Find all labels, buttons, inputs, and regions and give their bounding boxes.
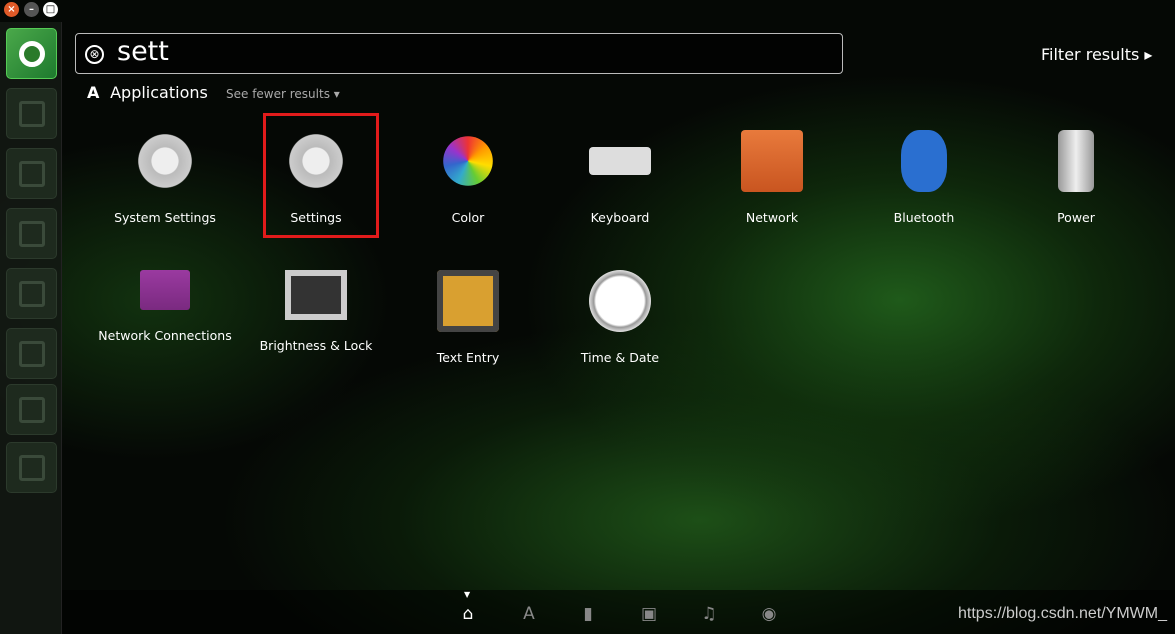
app-tile[interactable]: Network Connections bbox=[90, 270, 240, 343]
app-tile[interactable]: Settings bbox=[241, 130, 391, 225]
shopping-bag-icon bbox=[19, 341, 45, 367]
bluetooth-icon bbox=[901, 130, 947, 192]
search-field[interactable]: ⊗ sett bbox=[75, 33, 843, 74]
network-connections-icon bbox=[140, 270, 190, 310]
app-tile[interactable]: Time & Date bbox=[545, 270, 695, 365]
color-flower-icon bbox=[443, 136, 493, 186]
ubuntu-logo-icon bbox=[19, 41, 45, 67]
app-tile[interactable]: Power bbox=[1001, 130, 1151, 225]
video-icon[interactable]: ▣ bbox=[639, 604, 659, 624]
launcher bbox=[0, 22, 62, 634]
app-label: Network bbox=[745, 210, 799, 225]
clock-icon bbox=[589, 270, 651, 332]
launcher-writer[interactable] bbox=[6, 148, 57, 199]
applications-icon: A bbox=[87, 83, 100, 102]
app-label: Settings bbox=[290, 210, 342, 225]
app-tile[interactable]: Keyboard bbox=[545, 130, 695, 225]
keyboard-icon bbox=[589, 147, 651, 175]
lock-monitor-icon bbox=[285, 270, 347, 320]
search-input[interactable]: sett bbox=[117, 36, 169, 67]
app-label: Keyboard bbox=[590, 210, 650, 225]
window-minimize-button[interactable]: – bbox=[24, 2, 39, 17]
app-tile[interactable]: Color bbox=[393, 130, 543, 225]
gear-wrench-icon bbox=[134, 130, 196, 192]
photo-icon[interactable]: ◉ bbox=[759, 604, 779, 624]
see-fewer-results-link[interactable]: See fewer results ▾ bbox=[226, 87, 340, 101]
applications-lens-icon[interactable]: A bbox=[519, 604, 539, 624]
launcher-clion[interactable] bbox=[6, 442, 57, 493]
clion-icon bbox=[19, 455, 45, 481]
category-title: Applications bbox=[110, 83, 208, 102]
window-close-button[interactable]: × bbox=[4, 2, 19, 17]
app-label: Power bbox=[1057, 210, 1095, 225]
app-tile[interactable]: System Settings bbox=[90, 130, 240, 225]
app-tile[interactable]: Network bbox=[697, 130, 847, 225]
launcher-settings[interactable] bbox=[6, 384, 57, 435]
app-label: Text Entry bbox=[436, 350, 500, 365]
app-tile[interactable]: Text Entry bbox=[393, 270, 543, 365]
watermark: https://blog.csdn.net/YMWM_ bbox=[958, 605, 1167, 622]
clear-search-icon[interactable]: ⊗ bbox=[85, 45, 104, 64]
app-label: Brightness & Lock bbox=[259, 338, 373, 353]
battery-icon bbox=[1058, 130, 1094, 192]
filter-results-button[interactable]: Filter results ▸ bbox=[1041, 45, 1152, 64]
app-tile[interactable]: Bluetooth bbox=[849, 130, 999, 225]
launcher-dash-home[interactable] bbox=[6, 28, 57, 79]
gear-wrench-icon bbox=[285, 130, 347, 192]
active-lens-indicator-icon: ▼ bbox=[464, 590, 471, 599]
launcher-impress[interactable] bbox=[6, 268, 57, 319]
home-icon[interactable]: ⌂ bbox=[458, 604, 478, 624]
presentation-icon bbox=[19, 281, 45, 307]
network-folder-icon bbox=[741, 130, 803, 192]
category-header: A Applications bbox=[87, 83, 208, 102]
document-icon bbox=[19, 161, 45, 187]
launcher-software[interactable] bbox=[6, 328, 57, 379]
app-tile[interactable]: Brightness & Lock bbox=[241, 270, 391, 353]
text-entry-icon bbox=[437, 270, 499, 332]
files-icon[interactable]: ▮ bbox=[578, 604, 598, 624]
file-cabinet-icon bbox=[19, 101, 45, 127]
app-label: System Settings bbox=[114, 210, 216, 225]
app-label: Network Connections bbox=[98, 328, 232, 343]
app-label: Color bbox=[451, 210, 485, 225]
launcher-calc[interactable] bbox=[6, 208, 57, 259]
app-label: Time & Date bbox=[580, 350, 660, 365]
music-icon[interactable]: ♫ bbox=[699, 604, 719, 624]
app-label: Bluetooth bbox=[893, 210, 955, 225]
spreadsheet-icon bbox=[19, 221, 45, 247]
window-maximize-button[interactable]: □ bbox=[43, 2, 58, 17]
gear-icon bbox=[19, 397, 45, 423]
launcher-files[interactable] bbox=[6, 88, 57, 139]
